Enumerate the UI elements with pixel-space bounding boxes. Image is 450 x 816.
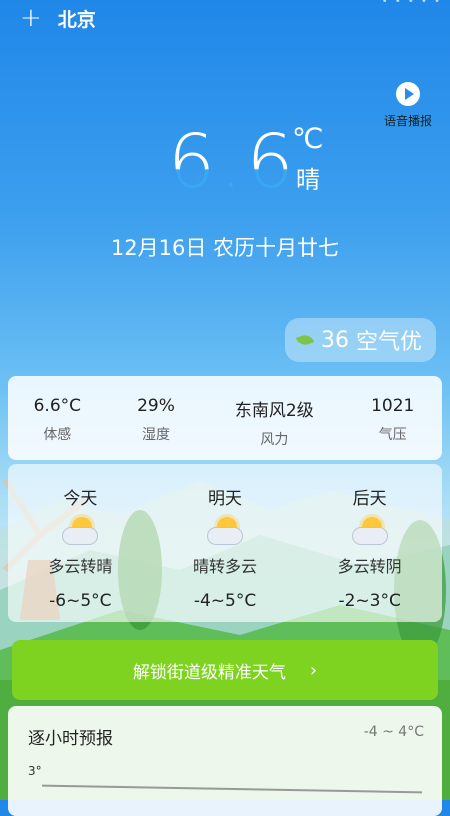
metric-label: 体感	[43, 427, 72, 443]
temperature-unit: ℃	[292, 122, 324, 155]
aqi-value: 36	[320, 327, 349, 353]
metric-label: 风力	[260, 432, 289, 448]
hourly-range: -4 ~ 4°C	[363, 724, 424, 740]
metric-pressure: 1021 气压	[343, 376, 442, 460]
partly-cloudy-icon	[60, 517, 100, 545]
metric-humidity: 29% 湿度	[107, 376, 206, 460]
weather-metrics-card: 6.6°C 体感 29% 湿度 东南风2级 风力 1021 气压	[8, 376, 442, 460]
current-weather: 6.6 ℃ 晴	[168, 119, 323, 205]
unlock-label: 解锁街道级精准天气	[132, 662, 286, 683]
forecast-condition: 多云转晴	[48, 557, 113, 576]
chevron-right-icon: ›	[309, 659, 318, 681]
forecast-today[interactable]: 今天 多云转晴 -6~5°C	[8, 464, 153, 622]
forecast-condition: 晴转多云	[193, 557, 258, 576]
unlock-street-weather-button[interactable]: 解锁街道级精准天气 ›	[12, 640, 438, 700]
top-bar: + 北京	[20, 4, 96, 32]
leaf-icon	[295, 332, 315, 348]
metric-label: 湿度	[141, 427, 170, 443]
forecast-range: -4~5°C	[193, 591, 257, 611]
hourly-title: 逐小时预报	[28, 729, 113, 749]
forecast-range: -6~5°C	[49, 591, 112, 611]
metric-value: 东南风2级	[234, 401, 314, 421]
voice-broadcast-label: 语音播报	[383, 114, 432, 128]
partly-cloudy-icon	[350, 517, 390, 545]
metric-value: 29%	[137, 396, 175, 416]
metric-value: 1021	[371, 396, 415, 416]
plus-icon[interactable]: +	[20, 5, 42, 31]
forecast-tomorrow[interactable]: 明天 晴转多云 -4~5°C	[153, 464, 298, 622]
metric-value: 6.6°C	[33, 396, 82, 416]
aqi-label: 空气优	[355, 330, 422, 355]
metric-label: 气压	[378, 427, 407, 443]
three-day-forecast-card[interactable]: 今天 多云转晴 -6~5°C 明天 晴转多云 -4~5°C 后天 多云转阴 -2…	[8, 464, 442, 622]
partly-cloudy-icon	[205, 517, 245, 545]
city-name[interactable]: 北京	[58, 5, 96, 32]
aqi-badge[interactable]: 36 空气优	[284, 318, 436, 362]
voice-broadcast-button[interactable]: 语音播报	[378, 82, 438, 129]
hourly-temperature-line	[42, 784, 422, 794]
play-icon	[396, 82, 420, 106]
forecast-day: 后天	[352, 489, 387, 509]
metric-feels-like: 6.6°C 体感	[8, 376, 107, 460]
current-temperature: 6.6	[168, 119, 298, 205]
date-lunar: 12月16日 农历十月廿七	[110, 236, 340, 260]
forecast-condition: 多云转阴	[337, 557, 402, 576]
metric-wind: 东南风2级 风力	[205, 376, 343, 460]
forecast-day: 明天	[208, 489, 242, 509]
status-indicator: • • • • •	[381, 0, 442, 7]
forecast-range: -2~3°C	[338, 591, 401, 611]
forecast-day: 今天	[63, 489, 98, 509]
current-condition: 晴	[296, 166, 320, 194]
forecast-day-after[interactable]: 后天 多云转阴 -2~3°C	[297, 464, 442, 622]
hourly-axis-tick: 3°	[28, 764, 42, 778]
